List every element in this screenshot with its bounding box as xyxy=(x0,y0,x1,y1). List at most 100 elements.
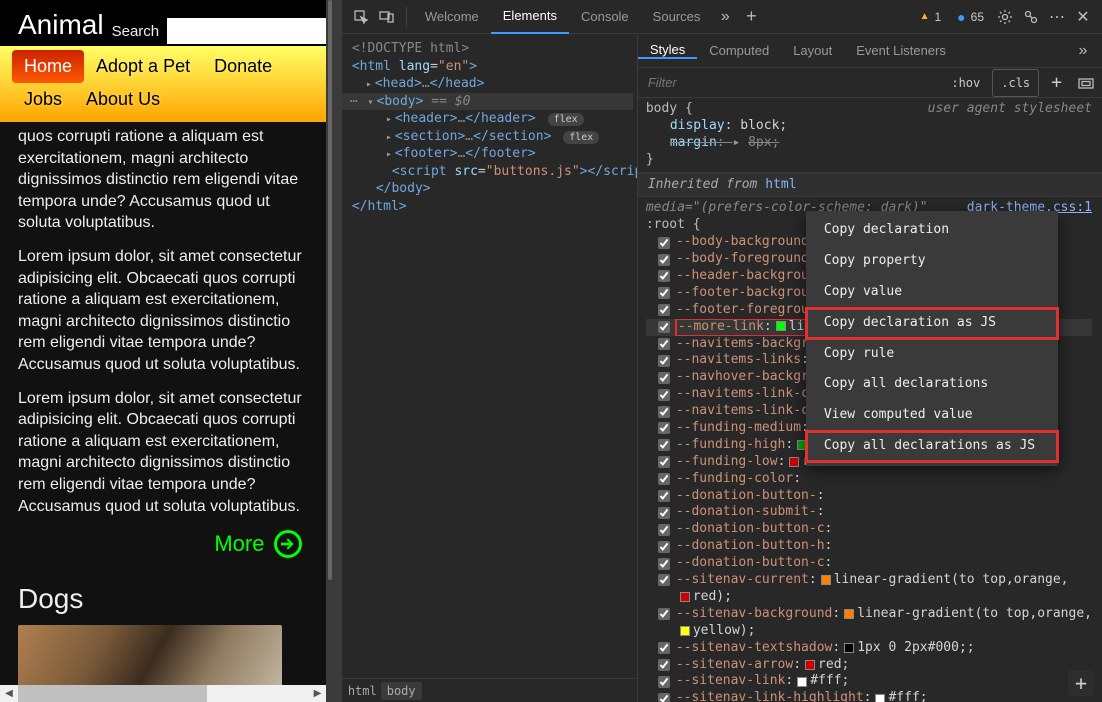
css-property-row[interactable]: --sitenav-link-highlight:#fff; xyxy=(646,690,1092,702)
add-property-icon[interactable]: + xyxy=(1068,670,1094,696)
property-toggle[interactable] xyxy=(658,338,670,350)
property-toggle[interactable] xyxy=(658,608,670,620)
inspect-icon[interactable] xyxy=(348,4,374,30)
nav-jobs[interactable]: Jobs xyxy=(12,83,74,116)
css-property-row[interactable]: --sitenav-arrow:red; xyxy=(646,657,1092,674)
styles-filter-row: :hov .cls + xyxy=(638,68,1102,98)
property-toggle[interactable] xyxy=(658,490,670,502)
search-input[interactable] xyxy=(167,18,326,44)
ctx-copy-declaration[interactable]: Copy declaration xyxy=(806,215,1058,246)
ctx-view-computed-value[interactable]: View computed value xyxy=(806,400,1058,431)
property-toggle[interactable] xyxy=(658,676,670,688)
horizontal-scrollbar[interactable]: ◀ ▶ xyxy=(0,685,326,702)
property-toggle[interactable] xyxy=(658,524,670,536)
tab-welcome[interactable]: Welcome xyxy=(413,0,491,34)
property-toggle[interactable] xyxy=(658,439,670,451)
property-toggle[interactable] xyxy=(658,659,670,671)
css-property-row[interactable]: --sitenav-background:linear-gradient(to … xyxy=(646,606,1092,623)
arrow-right-icon xyxy=(274,530,302,558)
ctx-copy-all-declarations[interactable]: Copy all declarations xyxy=(806,369,1058,400)
css-rules[interactable]: user agent stylesheet body { display: bl… xyxy=(638,98,1102,702)
selected-body-node[interactable]: ⋯ <body> == $0 xyxy=(342,93,633,111)
scroll-thumb[interactable] xyxy=(18,685,207,702)
more-icon[interactable]: ⋯ xyxy=(1044,4,1070,30)
cls-button[interactable]: .cls xyxy=(992,69,1039,97)
nav-about[interactable]: About Us xyxy=(74,83,172,116)
crumb-body[interactable]: body xyxy=(381,682,422,700)
close-icon[interactable]: ✕ xyxy=(1070,4,1096,30)
property-toggle[interactable] xyxy=(658,693,670,702)
ctx-copy-value[interactable]: Copy value xyxy=(806,277,1058,308)
tab-sources[interactable]: Sources xyxy=(641,0,713,34)
css-property-row[interactable]: --sitenav-textshadow:1px 0 2px#000;; xyxy=(646,640,1092,657)
property-toggle[interactable] xyxy=(658,304,670,316)
styles-filter-input[interactable] xyxy=(638,75,944,90)
tab-event-listeners[interactable]: Event Listeners xyxy=(844,43,958,58)
add-tab-icon[interactable]: + xyxy=(738,4,764,30)
crumb-html[interactable]: html xyxy=(348,684,377,698)
tab-console[interactable]: Console xyxy=(569,0,641,34)
panel-resizer[interactable] xyxy=(326,0,341,702)
property-toggle[interactable] xyxy=(658,254,670,266)
tab-layout[interactable]: Layout xyxy=(781,43,844,58)
new-rule-icon[interactable]: + xyxy=(1043,69,1070,97)
page-header: Animal Search xyxy=(0,0,326,46)
activity-icon[interactable] xyxy=(1018,4,1044,30)
property-toggle[interactable] xyxy=(658,355,670,367)
css-property-row[interactable]: --sitenav-current:linear-gradient(to top… xyxy=(646,572,1092,589)
ctx-copy-property[interactable]: Copy property xyxy=(806,246,1058,277)
property-toggle[interactable] xyxy=(658,642,670,654)
devtools-tabs: Welcome Elements Console Sources xyxy=(413,0,713,34)
property-toggle[interactable] xyxy=(658,287,670,299)
css-property-row[interactable]: --donation-button-h: xyxy=(646,538,1092,555)
css-property-row-cont[interactable]: red); xyxy=(646,589,1092,606)
property-toggle[interactable] xyxy=(658,237,670,249)
paragraph: quos corrupti ratione a aliquam est exer… xyxy=(18,126,308,234)
ctx-copy-rule[interactable]: Copy rule xyxy=(806,339,1058,370)
elements-panel: <!DOCTYPE html> <html lang="en"> <head>…… xyxy=(342,34,638,702)
styles-tabs: Styles Computed Layout Event Listeners » xyxy=(638,34,1102,68)
box-model-icon[interactable] xyxy=(1070,69,1102,97)
nav-home[interactable]: Home xyxy=(12,50,84,83)
property-toggle[interactable] xyxy=(658,321,670,333)
settings-icon[interactable] xyxy=(992,4,1018,30)
property-toggle[interactable] xyxy=(658,389,670,401)
tab-computed[interactable]: Computed xyxy=(697,43,781,58)
property-toggle[interactable] xyxy=(658,422,670,434)
property-toggle[interactable] xyxy=(658,270,670,282)
more-link[interactable]: More xyxy=(214,529,302,559)
nav-adopt[interactable]: Adopt a Pet xyxy=(84,50,202,83)
css-property-row[interactable]: --donation-button-: xyxy=(646,488,1092,505)
nav-donate[interactable]: Donate xyxy=(202,50,284,83)
warnings-badge[interactable]: 1 xyxy=(914,7,948,27)
css-property-row[interactable]: --donation-button-c: xyxy=(646,521,1092,538)
hov-button[interactable]: :hov xyxy=(943,69,988,97)
css-property-row[interactable]: --donation-button-c: xyxy=(646,555,1092,572)
property-toggle[interactable] xyxy=(658,456,670,468)
property-toggle[interactable] xyxy=(658,558,670,570)
more-styles-tabs-icon[interactable]: » xyxy=(1070,38,1096,64)
scroll-right-button[interactable]: ▶ xyxy=(308,685,326,702)
dom-tree[interactable]: <!DOCTYPE html> <html lang="en"> <head>…… xyxy=(342,34,637,678)
property-toggle[interactable] xyxy=(658,372,670,384)
ctx-copy-all-declarations-as-js[interactable]: Copy all declarations as JS xyxy=(806,431,1058,462)
property-toggle[interactable] xyxy=(658,541,670,553)
ctx-copy-declaration-as-js[interactable]: Copy declaration as JS xyxy=(806,308,1058,339)
property-toggle[interactable] xyxy=(658,473,670,485)
css-property-row-cont[interactable]: yellow); xyxy=(646,623,1092,640)
tab-styles[interactable]: Styles xyxy=(638,42,697,59)
tab-elements[interactable]: Elements xyxy=(491,0,569,34)
property-toggle[interactable] xyxy=(658,507,670,519)
property-toggle[interactable] xyxy=(658,574,670,586)
inherited-link[interactable]: html xyxy=(765,177,796,192)
property-toggle[interactable] xyxy=(658,406,670,418)
info-badge[interactable]: 65 xyxy=(951,7,990,27)
css-property-row[interactable]: --donation-submit-: xyxy=(646,504,1092,521)
breadcrumb[interactable]: html body xyxy=(342,678,637,702)
more-tabs-icon[interactable]: » xyxy=(712,4,738,30)
css-property-row[interactable]: --funding-color: xyxy=(646,471,1092,488)
scroll-left-button[interactable]: ◀ xyxy=(0,685,18,702)
device-icon[interactable] xyxy=(374,4,400,30)
css-property-row[interactable]: --sitenav-link:#fff; xyxy=(646,673,1092,690)
inherited-from: Inherited from html xyxy=(638,173,1102,198)
